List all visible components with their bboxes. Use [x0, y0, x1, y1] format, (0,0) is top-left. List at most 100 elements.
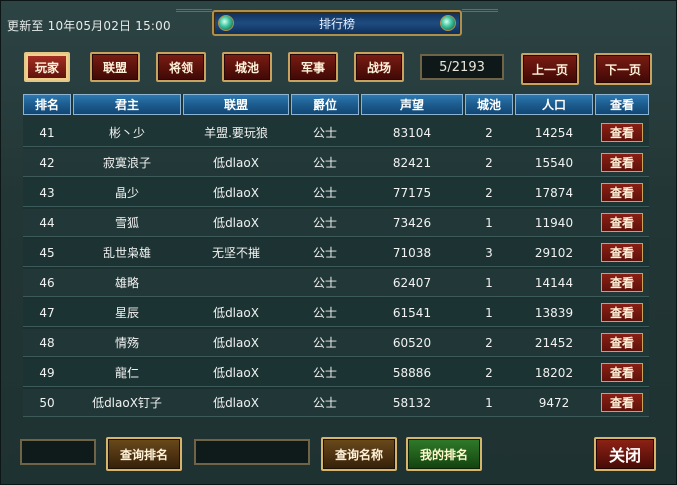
title-cell: 公士	[312, 366, 337, 380]
tab-battlefield[interactable]: 战场	[354, 52, 404, 82]
table-row: 48 情殇 低dlaoX 公士 60520 2 21452 查看	[23, 329, 649, 357]
table-row: 50 低dlaoX钉子 低dlaoX 公士 58132 1 9472 查看	[23, 389, 649, 417]
column-header-population: 人口	[515, 94, 593, 115]
alliance-cell: 低dlaoX	[213, 156, 259, 170]
jade-orb-icon	[440, 15, 456, 31]
population-cell: 15540	[534, 155, 574, 170]
view-button[interactable]: 查看	[601, 153, 643, 172]
rank-query-input[interactable]	[20, 439, 96, 465]
column-header-cities: 城池	[465, 94, 513, 115]
population-cell: 17874	[534, 185, 574, 200]
cities-cell: 1	[485, 305, 493, 320]
lord-cell: 星辰	[114, 306, 139, 320]
column-header-rank: 排名	[23, 94, 71, 115]
view-button[interactable]: 查看	[601, 393, 643, 412]
population-cell: 13839	[534, 305, 574, 320]
population-cell: 21452	[534, 335, 574, 350]
my-rank-button[interactable]: 我的排名	[406, 437, 482, 471]
title-ornament-left	[176, 9, 212, 30]
cities-cell: 2	[485, 335, 493, 350]
lord-cell: 雪狐	[114, 216, 139, 230]
rank-cell: 45	[39, 245, 55, 260]
table-header: 排名 君主 联盟 爵位 声望 城池 人口 查看	[23, 94, 649, 117]
table-row: 47 星辰 低dlaoX 公士 61541 1 13839 查看	[23, 299, 649, 327]
column-header-view: 查看	[595, 94, 649, 115]
table-row: 45 乱世枭雄 无坚不摧 公士 71038 3 29102 查看	[23, 239, 649, 267]
title-cell: 公士	[312, 126, 337, 140]
page-indicator: 5/2193	[420, 54, 504, 80]
table-row: 41 彬丶少 羊盟.要玩狼 公士 83104 2 14254 查看	[23, 119, 649, 147]
title-cell: 公士	[312, 336, 337, 350]
prestige-cell: 62407	[392, 275, 432, 290]
cities-cell: 1	[485, 275, 493, 290]
cities-cell: 2	[485, 185, 493, 200]
title-cell: 公士	[312, 216, 337, 230]
cities-cell: 2	[485, 125, 493, 140]
tab-players[interactable]: 玩家	[24, 52, 70, 82]
prestige-cell: 71038	[392, 245, 432, 260]
rank-cell: 42	[39, 155, 55, 170]
lord-cell: 晶少	[114, 186, 139, 200]
name-query-input[interactable]	[194, 439, 310, 465]
view-button[interactable]: 查看	[601, 333, 643, 352]
alliance-cell: 低dlaoX	[213, 366, 259, 380]
title-cell: 公士	[312, 396, 337, 410]
tab-alliances[interactable]: 联盟	[90, 52, 140, 82]
query-rank-button[interactable]: 查询排名	[106, 437, 182, 471]
tab-generals[interactable]: 将领	[156, 52, 206, 82]
ranking-window: 更新至 10年05月02日 15:00 排行榜 玩家 联盟 将领 城池 军事 战…	[0, 0, 677, 485]
prestige-cell: 82421	[392, 155, 432, 170]
table-row: 44 雪狐 低dlaoX 公士 73426 1 11940 查看	[23, 209, 649, 237]
next-page-button[interactable]: 下一页	[594, 53, 652, 85]
alliance-cell: 无坚不摧	[211, 246, 260, 260]
ranking-table: 排名 君主 联盟 爵位 声望 城池 人口 查看 41 彬丶少 羊盟.要玩狼 公士 831…	[23, 94, 649, 417]
lord-cell: 低dlaoX钉子	[92, 396, 162, 410]
column-header-alliance: 联盟	[183, 94, 289, 115]
population-cell: 14254	[534, 125, 574, 140]
rank-cell: 49	[39, 365, 55, 380]
table-row: 46 雄略 公士 62407 1 14144 查看	[23, 269, 649, 297]
alliance-cell: 低dlaoX	[213, 216, 259, 230]
prev-page-button[interactable]: 上一页	[521, 53, 579, 85]
column-header-title: 爵位	[291, 94, 359, 115]
view-button[interactable]: 查看	[601, 303, 643, 322]
prestige-cell: 61541	[392, 305, 432, 320]
title-cell: 公士	[312, 276, 337, 290]
prestige-cell: 73426	[392, 215, 432, 230]
table-row: 49 龍仁 低dlaoX 公士 58886 2 18202 查看	[23, 359, 649, 387]
view-button[interactable]: 查看	[601, 243, 643, 262]
prestige-cell: 83104	[392, 125, 432, 140]
view-button[interactable]: 查看	[601, 183, 643, 202]
close-button[interactable]: 关闭	[594, 437, 656, 471]
population-cell: 18202	[534, 365, 574, 380]
column-header-prestige: 声望	[361, 94, 463, 115]
window-title: 排行榜	[318, 17, 355, 31]
query-name-button[interactable]: 查询名称	[321, 437, 397, 471]
view-button[interactable]: 查看	[601, 363, 643, 382]
lord-cell: 彬丶少	[108, 126, 145, 140]
prestige-cell: 58132	[392, 395, 432, 410]
rank-cell: 50	[39, 395, 55, 410]
alliance-cell: 羊盟.要玩狼	[204, 126, 268, 140]
prestige-cell: 60520	[392, 335, 432, 350]
view-button[interactable]: 查看	[601, 123, 643, 142]
lord-cell: 寂寞浪子	[102, 156, 151, 170]
rank-cell: 41	[39, 125, 55, 140]
cities-cell: 1	[485, 215, 493, 230]
alliance-cell: 低dlaoX	[213, 306, 259, 320]
tab-cities[interactable]: 城池	[222, 52, 272, 82]
alliance-cell	[183, 269, 289, 296]
rank-cell: 48	[39, 335, 55, 350]
population-cell: 11940	[534, 215, 574, 230]
view-button[interactable]: 查看	[601, 213, 643, 232]
tab-military[interactable]: 军事	[288, 52, 338, 82]
title-ornament-right	[462, 9, 498, 30]
cities-cell: 2	[485, 155, 493, 170]
column-header-lord: 君主	[73, 94, 181, 115]
rank-cell: 47	[39, 305, 55, 320]
lord-cell: 情殇	[114, 336, 139, 350]
rank-cell: 46	[39, 275, 55, 290]
table-row: 42 寂寞浪子 低dlaoX 公士 82421 2 15540 查看	[23, 149, 649, 177]
rank-cell: 43	[39, 185, 55, 200]
view-button[interactable]: 查看	[601, 273, 643, 292]
